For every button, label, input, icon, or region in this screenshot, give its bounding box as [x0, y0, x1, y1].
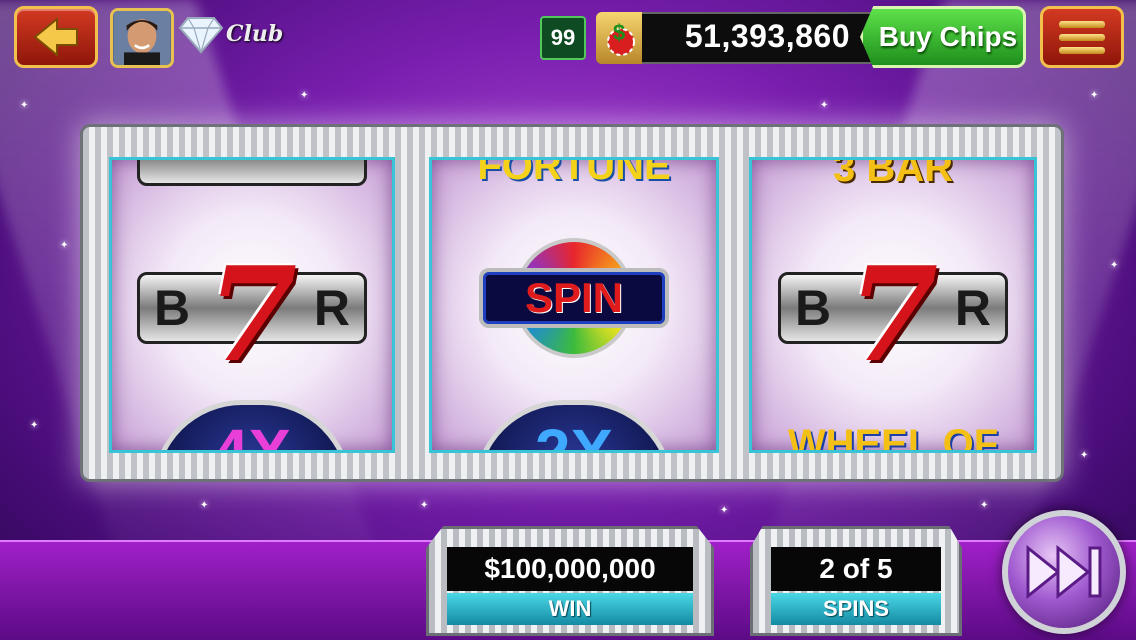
- bar-letter-b: B: [795, 280, 832, 336]
- reel-2-middle-symbol: SPIN: [432, 238, 716, 358]
- spin-wheel-symbol: SPIN: [479, 238, 669, 358]
- diamond-icon: [178, 17, 224, 54]
- fast-forward-icon: [1026, 544, 1102, 600]
- avatar-face-icon: [113, 11, 171, 65]
- seven-symbol: 7: [847, 238, 939, 391]
- hamburger-menu-icon-bar: [1059, 46, 1105, 54]
- reel-1-middle-symbol: B R 7: [112, 250, 392, 380]
- spins-panel: 2 of 5 SPINS: [750, 526, 962, 636]
- multiplier-2x-text: 2X: [534, 416, 614, 453]
- diamond-club-badge[interactable]: Club: [178, 14, 283, 54]
- hamburger-menu-icon-bar: [1059, 33, 1105, 41]
- win-panel: $100,000,000 WIN: [426, 526, 714, 636]
- win-amount: $100,000,000: [447, 547, 693, 591]
- fortune-text: FORTUNE: [477, 157, 671, 188]
- back-arrow-icon: [33, 17, 78, 57]
- spin-text: SPIN: [479, 268, 669, 328]
- chip-icon-container: $: [596, 12, 642, 64]
- player-level: 99: [540, 16, 586, 60]
- reel-2-bottom-symbol: 2X: [432, 400, 716, 453]
- fast-forward-button[interactable]: [1002, 510, 1126, 634]
- spins-count: 2 of 5: [771, 547, 941, 591]
- back-button[interactable]: [14, 6, 98, 68]
- reel-1-bottom-symbol: 4X: [112, 400, 392, 453]
- reel-2: FORTUNE SPIN 2X: [429, 157, 719, 453]
- reel-3: 3 BAR B R 7 WHEEL OF: [749, 157, 1037, 453]
- bar-letter-r: R: [954, 280, 991, 336]
- buy-chips-button[interactable]: Buy Chips: [860, 6, 1026, 68]
- chip-dollar-icon: $: [607, 20, 635, 56]
- player-avatar[interactable]: [110, 8, 174, 68]
- seven-symbol: 7: [206, 238, 298, 391]
- win-label: WIN: [447, 593, 693, 625]
- club-label: Club: [226, 21, 284, 47]
- chip-balance: 51,393,860: [684, 18, 850, 54]
- bar-letter-r: R: [313, 280, 350, 336]
- three-bar-text: 3 BAR: [832, 157, 954, 190]
- reel-3-bottom-symbol: WHEEL OF: [752, 422, 1034, 453]
- multiplier-4x-text: 4X: [212, 416, 292, 453]
- slot-machine-frame: B R 7 4X FORTUNE SPIN 2X 3 BAR B R 7 WHE…: [80, 124, 1064, 482]
- spins-label: SPINS: [771, 593, 941, 625]
- bar-letter-b: B: [154, 280, 191, 336]
- reel-3-top-symbol: 3 BAR: [752, 157, 1034, 191]
- reel-1-top-symbol: [112, 160, 392, 186]
- menu-button[interactable]: [1040, 6, 1124, 68]
- reel-1: B R 7 4X: [109, 157, 395, 453]
- reel-3-middle-symbol: B R 7: [752, 250, 1034, 380]
- reel-2-top-symbol: FORTUNE: [432, 157, 716, 189]
- svg-text:$: $: [613, 20, 625, 45]
- hamburger-menu-icon: [1059, 20, 1105, 28]
- wheel-of-text: WHEEL OF: [787, 422, 999, 453]
